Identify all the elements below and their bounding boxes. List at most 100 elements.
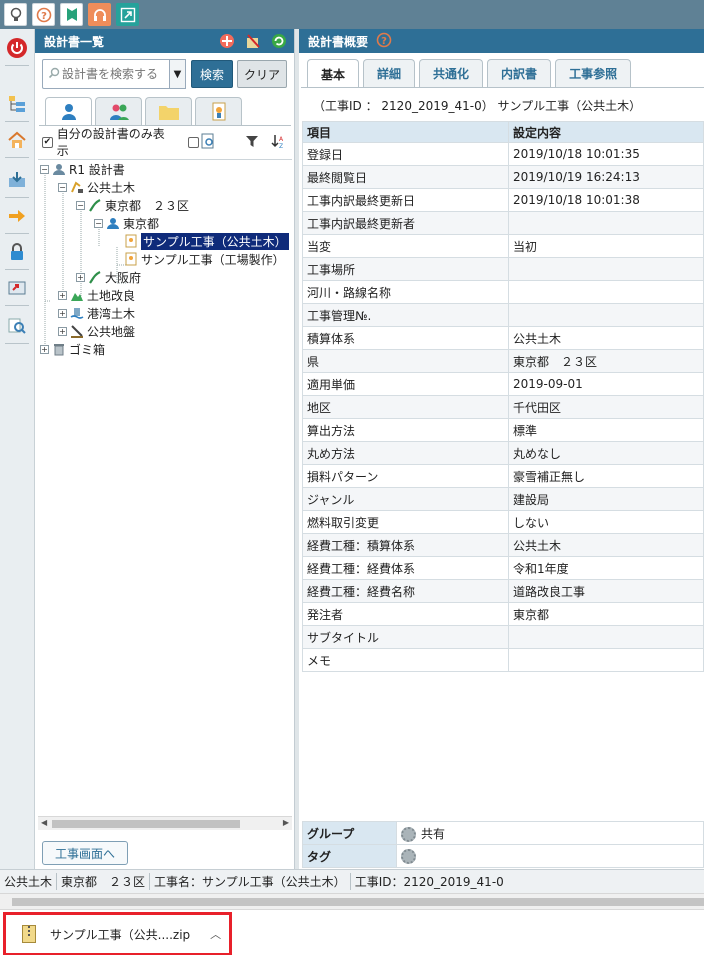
tree-icon[interactable] [6,93,28,115]
tree-node-trash[interactable]: + ゴミ箱 [40,340,105,358]
lock-icon[interactable] [6,241,28,263]
preview-icon[interactable] [201,133,215,152]
tree-node-ground[interactable]: + 公共地盤 [58,322,135,340]
property-value[interactable]: 令和1年度 [508,556,704,580]
table-row[interactable]: メモ [302,648,704,672]
refresh-icon[interactable] [271,33,287,52]
clear-list-icon[interactable] [245,33,261,52]
lightbulb-icon[interactable] [4,3,27,26]
table-row[interactable]: 工事内訳最終更新者 [302,211,704,235]
scroll-right-icon[interactable]: ▶ [283,818,289,827]
tab-construction-ref[interactable]: 工事参照 [555,59,632,87]
headset-icon[interactable] [88,3,111,26]
gear-icon[interactable] [401,848,416,864]
tree-node-tokyo23[interactable]: − 東京都 ２３区 [76,196,189,214]
inspect-icon[interactable] [6,315,28,337]
table-row[interactable]: サブタイトル [302,625,704,649]
tab-document[interactable] [195,97,242,125]
table-row[interactable]: 登録日 2019/10/18 10:01:35 [302,142,704,166]
property-value[interactable]: 2019/10/19 16:24:13 [508,165,704,189]
property-value[interactable] [508,648,704,672]
property-value[interactable]: 2019-09-01 [508,372,704,396]
table-row[interactable]: 工事場所 [302,257,704,281]
tree-node-land-improvement[interactable]: + 土地改良 [58,286,135,304]
table-row[interactable]: 適用単価 2019-09-01 [302,372,704,396]
tag-value-cell[interactable] [396,844,704,868]
tree-node-tokyo[interactable]: − 東京都 [94,214,159,232]
property-value[interactable]: 道路改良工事 [508,579,704,603]
tree-node-harbor[interactable]: + 港湾土木 [58,304,135,322]
tab-basic[interactable]: 基本 [307,59,360,88]
property-value[interactable]: 東京都 [508,602,704,626]
gear-icon[interactable] [401,826,416,842]
tree-node-sample-factory[interactable]: サンプル工事（工場製作） [124,250,285,268]
table-row[interactable]: 工事内訳最終更新日 2019/10/18 10:01:38 [302,188,704,212]
filter-icon[interactable] [245,134,259,151]
property-value[interactable]: 丸めなし [508,441,704,465]
table-row[interactable]: 当変 当初 [302,234,704,258]
table-row[interactable]: 経費工種：積算体系 公共土木 [302,533,704,557]
bookmark-icon[interactable] [60,3,83,26]
property-value[interactable]: 公共土木 [508,533,704,557]
table-row[interactable]: 積算体系 公共土木 [302,326,704,350]
property-value[interactable]: しない [508,510,704,534]
import-window-icon[interactable] [6,277,28,299]
window-horizontal-scrollbar[interactable] [0,893,704,909]
property-value[interactable]: 公共土木 [508,326,704,350]
tree-node-public-civil[interactable]: − 公共土木 [58,178,135,196]
go-to-construction-button[interactable]: 工事画面へ [42,841,129,865]
table-row[interactable]: 最終閲覧日 2019/10/19 16:24:13 [302,165,704,189]
clear-button[interactable]: クリア [237,60,287,88]
table-row[interactable]: 損料パターン 豪雪補正無し [302,464,704,488]
group-value-cell[interactable]: 共有 [396,821,704,845]
table-row[interactable]: 工事管理№. [302,303,704,327]
property-value[interactable] [508,257,704,281]
home-icon[interactable] [6,129,28,151]
property-value[interactable]: 豪雪補正無し [508,464,704,488]
property-value[interactable] [508,303,704,327]
property-value[interactable]: 東京都 ２３区 [508,349,704,373]
search-input[interactable] [42,59,170,89]
property-value[interactable] [508,211,704,235]
table-row[interactable]: 経費工種：経費名称 道路改良工事 [302,579,704,603]
scroll-left-icon[interactable]: ◀ [41,818,47,827]
table-row[interactable]: 発注者 東京都 [302,602,704,626]
arrow-right-icon[interactable] [6,205,28,227]
property-value[interactable] [508,625,704,649]
table-row[interactable]: 燃料取引変更 しない [302,510,704,534]
property-value[interactable] [508,280,704,304]
expand-icon[interactable] [116,3,139,26]
table-row[interactable]: 丸め方法 丸めなし [302,441,704,465]
table-row[interactable]: 県東京都 ２３区 [302,349,704,373]
scroll-thumb[interactable] [52,820,240,828]
search-dropdown[interactable]: ▼ [170,59,186,89]
chevron-up-icon[interactable]: ︿ [210,926,221,942]
help-icon[interactable]: ? [376,32,392,51]
table-row[interactable]: 地区 千代田区 [302,395,704,419]
tab-detail[interactable]: 詳細 [363,59,416,87]
tab-folder[interactable] [145,97,192,125]
table-row[interactable]: ジャンル 建設局 [302,487,704,511]
add-icon[interactable] [219,33,235,52]
secondary-checkbox[interactable] [188,136,199,148]
tab-shared[interactable] [95,97,142,125]
property-value[interactable]: 建設局 [508,487,704,511]
help-icon[interactable]: ? [32,3,55,26]
table-row[interactable]: 経費工種：経費体系 令和1年度 [302,556,704,580]
table-row[interactable]: 河川・路線名称 [302,280,704,304]
property-value[interactable]: 標準 [508,418,704,442]
import-icon[interactable] [6,169,28,191]
scroll-thumb[interactable] [12,898,704,906]
search-button[interactable]: 検索 [191,60,233,88]
own-only-checkbox[interactable]: ✔ [42,136,53,148]
tab-common[interactable]: 共通化 [419,59,484,87]
sort-icon[interactable]: AZ [271,133,287,152]
download-item[interactable]: サンプル工事（公共....zip ︿ [3,912,232,955]
property-value[interactable]: 当初 [508,234,704,258]
property-value[interactable]: 2019/10/18 10:01:35 [508,142,704,166]
table-row[interactable]: 算出方法 標準 [302,418,704,442]
tree-node-osaka[interactable]: + 大阪府 [76,268,141,286]
tree-node-root[interactable]: − R1 設計書 [40,160,125,178]
tree-horizontal-scrollbar[interactable]: ◀ ▶ [38,816,292,830]
tree-node-sample-public[interactable]: サンプル工事（公共土木） [124,232,289,250]
